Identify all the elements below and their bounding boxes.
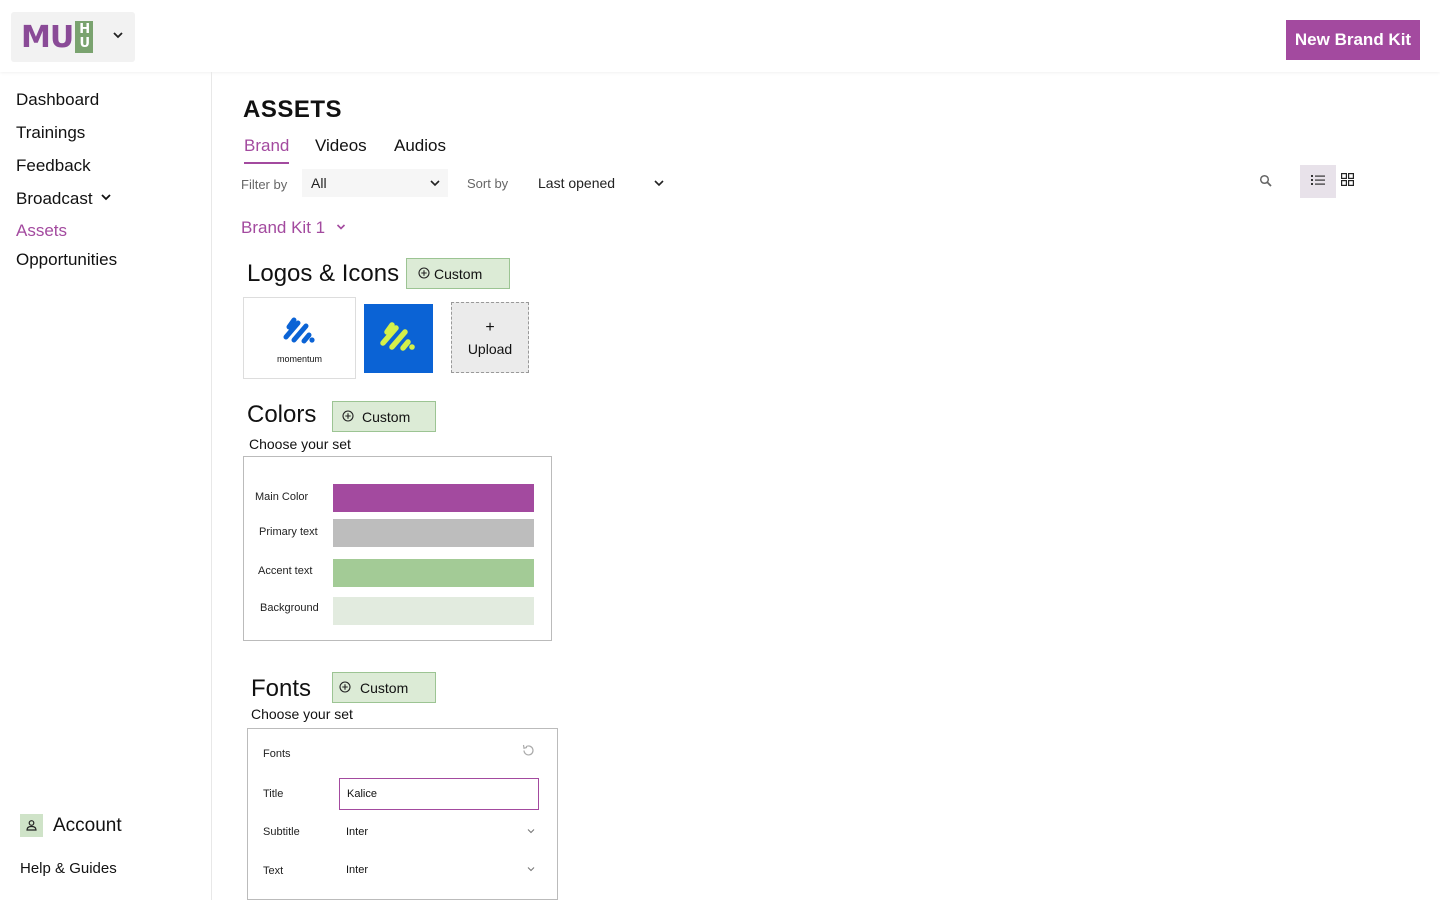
momentum-logo-mark	[280, 313, 320, 352]
font-set-panel: Fonts Title Kalice Subtitle Inter Text I…	[247, 728, 558, 900]
color-row-label: Background	[260, 602, 319, 614]
upload-label: Upload	[467, 340, 513, 357]
brand-kit-label: Brand Kit 1	[241, 218, 326, 237]
color-row-label: Primary text	[259, 526, 318, 538]
sidebar-item-label: Dashboard	[16, 90, 100, 109]
chevron-down-icon	[335, 218, 347, 238]
page-title: ASSETS	[243, 96, 343, 123]
text-font-select[interactable]: Inter	[346, 860, 536, 880]
filter-select[interactable]: All	[302, 169, 448, 197]
primary-text-swatch[interactable]	[333, 519, 534, 547]
brand-kit-selector[interactable]: Brand Kit 1	[241, 218, 347, 238]
filter-value: All	[311, 175, 327, 191]
background-swatch[interactable]	[333, 597, 534, 625]
logo-mark: H U	[75, 21, 94, 53]
chevron-down-icon	[428, 176, 442, 193]
sidebar-item-label: Feedback	[16, 156, 91, 175]
account-link[interactable]: Account	[20, 814, 122, 837]
logo-mark-top: H	[79, 22, 90, 37]
accent-text-swatch[interactable]	[333, 559, 534, 587]
fonts-custom-button[interactable]: Custom	[332, 672, 436, 703]
logo-caption: momentum	[276, 353, 322, 364]
help-guides-link[interactable]: Help & Guides	[20, 860, 117, 877]
text-font-value: Inter	[346, 864, 369, 876]
main-content: ASSETS Brand Videos Audios Filter by All…	[212, 72, 1440, 900]
subtitle-font-label: Subtitle	[263, 826, 300, 838]
chevron-down-icon	[526, 864, 536, 877]
sidebar-item-assets[interactable]: Assets	[16, 221, 67, 241]
chevron-down-icon	[526, 826, 536, 839]
sidebar-item-label: Broadcast	[16, 189, 93, 208]
search-icon[interactable]	[1259, 174, 1273, 193]
grid-view-icon	[1340, 172, 1354, 191]
logos-heading: Logos & Icons	[247, 260, 400, 287]
custom-label: Custom	[360, 679, 409, 696]
account-label: Account	[53, 814, 122, 836]
sort-select[interactable]: Last opened	[530, 172, 670, 194]
logo-card-momentum[interactable]: momentum	[243, 297, 356, 379]
app-logo: MU H U	[21, 19, 94, 55]
fonts-box-title: Fonts	[263, 748, 291, 760]
sidebar-item-label: Opportunities	[16, 250, 118, 269]
logos-custom-button[interactable]: Custom	[406, 258, 510, 289]
list-view-icon	[1311, 173, 1325, 191]
sidebar-item-broadcast[interactable]: Broadcast	[16, 189, 113, 209]
chevron-down-icon	[652, 176, 666, 193]
list-view-button[interactable]	[1300, 165, 1336, 198]
title-font-label: Title	[263, 788, 284, 800]
grid-view-button[interactable]	[1336, 165, 1358, 198]
logo-text: MU	[21, 19, 74, 55]
sort-label: Sort by	[467, 176, 509, 191]
fonts-heading: Fonts	[251, 675, 312, 702]
text-font-label: Text	[263, 865, 284, 877]
filter-label: Filter by	[241, 177, 288, 192]
sidebar-item-trainings[interactable]: Trainings	[16, 123, 85, 143]
sort-value: Last opened	[538, 175, 616, 191]
sidebar-item-label: Assets	[16, 221, 68, 240]
tab-brand[interactable]: Brand	[244, 136, 290, 164]
logo-mark-bottom: U	[79, 36, 90, 51]
color-row-label: Accent text	[258, 565, 313, 577]
sidebar-item-label: Trainings	[16, 123, 86, 142]
custom-label: Custom	[434, 265, 483, 282]
person-icon	[20, 814, 43, 837]
logo-card-icon[interactable]	[364, 304, 433, 373]
sidebar-item-feedback[interactable]: Feedback	[16, 156, 91, 176]
sidebar-item-dashboard[interactable]: Dashboard	[16, 90, 99, 110]
tab-audios[interactable]: Audios	[394, 136, 446, 162]
sidebar: Dashboard Trainings Feedback Broadcast A…	[0, 72, 212, 900]
colors-choose-label: Choose your set	[249, 436, 351, 452]
chevron-down-icon	[111, 28, 125, 47]
new-brand-kit-button[interactable]: New Brand Kit	[1286, 20, 1420, 60]
plus-circle-icon	[342, 409, 354, 425]
workspace-switcher[interactable]: MU H U	[11, 12, 135, 62]
main-color-swatch[interactable]	[333, 484, 534, 512]
title-font-input[interactable]: Kalice	[339, 778, 539, 810]
tab-videos[interactable]: Videos	[315, 136, 367, 162]
subtitle-font-select[interactable]: Inter	[346, 822, 536, 842]
custom-label: Custom	[362, 408, 411, 425]
plus-icon: +	[485, 318, 495, 336]
colors-custom-button[interactable]: Custom	[332, 401, 436, 432]
color-set-panel: Main Color Primary text Accent text Back…	[243, 456, 552, 641]
subtitle-font-value: Inter	[346, 826, 369, 838]
sidebar-item-opportunities[interactable]: Opportunities	[16, 250, 117, 270]
color-row-label: Main Color	[255, 491, 309, 503]
refresh-icon[interactable]	[521, 743, 536, 763]
top-bar: MU H U New Brand Kit	[0, 0, 1440, 72]
fonts-choose-label: Choose your set	[251, 706, 353, 722]
momentum-icon-mark	[377, 316, 421, 361]
colors-heading: Colors	[247, 401, 317, 428]
plus-circle-icon	[339, 680, 351, 696]
chevron-down-icon	[99, 189, 113, 209]
plus-circle-icon	[418, 266, 430, 282]
upload-logo-button[interactable]: + Upload	[451, 302, 529, 373]
